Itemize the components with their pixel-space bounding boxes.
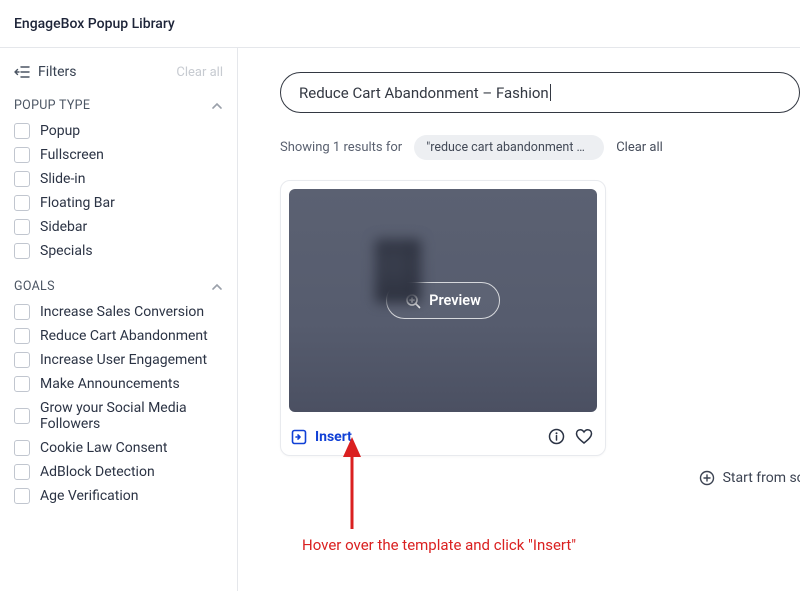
card-footer: Insert [281,420,605,455]
results-bar: Showing 1 results for "reduce cart aband… [280,135,800,160]
check-user-engagement[interactable]: Increase User Engagement [14,352,223,368]
clear-all-sidebar[interactable]: Clear all [176,65,223,80]
filters-row: Filters Clear all [14,64,223,80]
checkbox-icon[interactable] [14,123,30,139]
check-social-followers[interactable]: Grow your Social Media Followers [14,400,223,432]
check-label: Slide-in [40,171,85,187]
section-head-popup-type[interactable]: POPUP TYPE [14,98,223,113]
checkbox-icon[interactable] [14,440,30,456]
check-label: Popup [40,123,80,139]
checkbox-icon[interactable] [14,171,30,187]
checkbox-icon[interactable] [14,376,30,392]
preview-button[interactable]: Preview [386,282,500,319]
section-title: GOALS [14,279,55,294]
filter-chip[interactable]: "reduce cart abandonment – fas… [414,135,604,160]
results-showing-text: Showing 1 results for [280,140,402,155]
section-title: POPUP TYPE [14,98,90,113]
search-value: Reduce Cart Abandonment – Fashion [299,84,549,102]
check-floatingbar[interactable]: Floating Bar [14,195,223,211]
template-card[interactable]: Preview Insert [280,180,606,456]
info-icon[interactable] [548,428,565,445]
check-label: Specials [40,243,93,259]
check-age-verification[interactable]: Age Verification [14,488,223,504]
check-label: Grow your Social Media Followers [40,400,223,432]
sidebar: Filters Clear all POPUP TYPE Popup Fulls… [0,48,238,591]
check-popup[interactable]: Popup [14,123,223,139]
checkbox-icon[interactable] [14,219,30,235]
goals-list: Increase Sales Conversion Reduce Cart Ab… [14,304,223,504]
checkbox-icon[interactable] [14,408,30,424]
checkbox-icon[interactable] [14,488,30,504]
chevron-up-icon [211,283,223,291]
checkbox-icon[interactable] [14,243,30,259]
check-label: Increase Sales Conversion [40,304,204,320]
clear-all-results[interactable]: Clear all [616,140,663,155]
annotation-text: Hover over the template and click "Inser… [302,536,576,554]
check-label: Reduce Cart Abandonment [40,328,208,344]
template-thumbnail[interactable]: Preview [289,189,597,412]
section-goals: GOALS Increase Sales Conversion Reduce C… [14,279,223,504]
check-label: Fullscreen [40,147,104,163]
insert-button[interactable]: Insert [291,429,352,445]
start-scratch-label: Start from scratc [723,470,800,486]
check-fullscreen[interactable]: Fullscreen [14,147,223,163]
plus-circle-icon [699,470,715,486]
text-cursor-icon [550,84,551,101]
check-adblock[interactable]: AdBlock Detection [14,464,223,480]
check-sales-conversion[interactable]: Increase Sales Conversion [14,304,223,320]
chevron-up-icon [211,102,223,110]
popup-type-list: Popup Fullscreen Slide-in Floating Bar S… [14,123,223,259]
check-label: AdBlock Detection [40,464,155,480]
app-title: EngageBox Popup Library [14,16,175,32]
check-cart-abandonment[interactable]: Reduce Cart Abandonment [14,328,223,344]
filters-label: Filters [38,64,77,80]
zoom-in-icon [405,293,421,309]
filters-label-group: Filters [14,64,77,80]
preview-label: Preview [429,292,481,309]
check-label: Age Verification [40,488,138,504]
main-layout: Filters Clear all POPUP TYPE Popup Fulls… [0,48,800,591]
check-cookie-consent[interactable]: Cookie Law Consent [14,440,223,456]
section-head-goals[interactable]: GOALS [14,279,223,294]
content-area: Reduce Cart Abandonment – Fashion Showin… [238,48,800,591]
heart-icon[interactable] [575,428,593,445]
card-actions [548,428,593,445]
checkbox-icon[interactable] [14,464,30,480]
checkbox-icon[interactable] [14,147,30,163]
check-label: Cookie Law Consent [40,440,167,456]
start-from-scratch[interactable]: Start from scratc [699,470,800,486]
check-label: Floating Bar [40,195,115,211]
check-specials[interactable]: Specials [14,243,223,259]
search-input[interactable]: Reduce Cart Abandonment – Fashion [280,72,800,113]
checkbox-icon[interactable] [14,304,30,320]
check-label: Make Announcements [40,376,180,392]
insert-icon [291,429,307,445]
check-announcements[interactable]: Make Announcements [14,376,223,392]
app-header: EngageBox Popup Library [0,0,800,48]
check-sidebar[interactable]: Sidebar [14,219,223,235]
insert-label: Insert [315,429,352,445]
check-slidein[interactable]: Slide-in [14,171,223,187]
filters-collapse-icon[interactable] [14,65,30,79]
checkbox-icon[interactable] [14,195,30,211]
check-label: Increase User Engagement [40,352,207,368]
check-label: Sidebar [40,219,87,235]
checkbox-icon[interactable] [14,328,30,344]
checkbox-icon[interactable] [14,352,30,368]
section-popup-type: POPUP TYPE Popup Fullscreen Slide-in Flo… [14,98,223,259]
